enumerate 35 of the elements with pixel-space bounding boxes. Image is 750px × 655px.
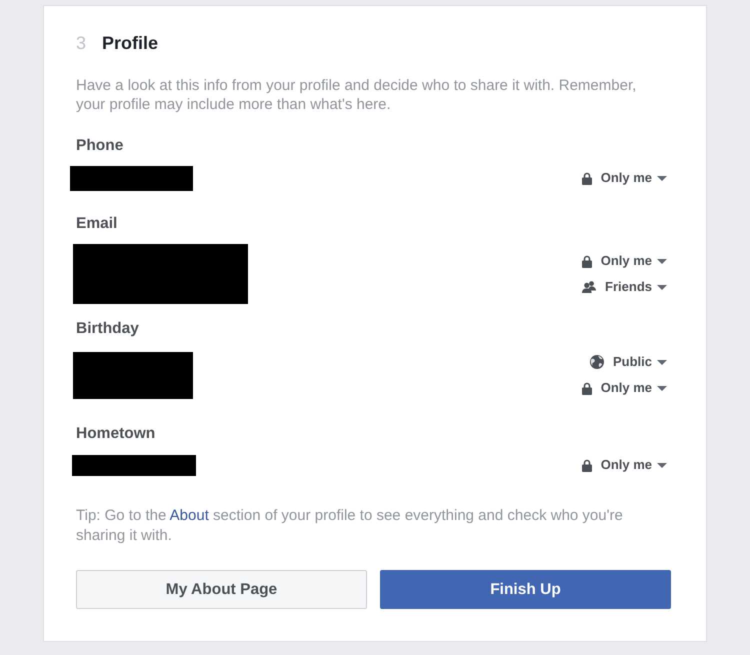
audience-label: Only me bbox=[600, 456, 652, 474]
caret-icon bbox=[657, 386, 667, 390]
audience-label: Only me bbox=[600, 169, 652, 188]
field-label: Phone bbox=[76, 136, 124, 156]
audience-label: Only me bbox=[600, 252, 652, 270]
audience-selector[interactable]: Only me bbox=[582, 375, 667, 401]
audience-selector[interactable]: Only me bbox=[582, 452, 667, 478]
tip-text: Tip: Go to the About section of your profile to see everything and check who you're sharing it with. bbox=[76, 506, 624, 546]
lock-icon bbox=[582, 382, 592, 394]
finish-button[interactable]: Finish Up bbox=[380, 570, 671, 609]
audience-selector[interactable]: Only me bbox=[582, 248, 667, 274]
two-people-icon bbox=[582, 281, 596, 293]
audience-label: Only me bbox=[600, 379, 652, 398]
lock-icon bbox=[582, 458, 592, 472]
description-text: Have a look at this info from your profile and decide who to share it with. Remember, your profile may include more than what's here. bbox=[76, 76, 638, 114]
audience-selector[interactable]: Only me bbox=[582, 165, 667, 191]
caret-icon bbox=[657, 462, 667, 468]
audience-label: Public bbox=[612, 353, 652, 372]
caret-icon bbox=[657, 284, 667, 290]
field-label: Birthday bbox=[76, 319, 140, 339]
caret-icon bbox=[657, 176, 667, 180]
lock-icon bbox=[582, 254, 592, 268]
caret-icon bbox=[657, 360, 667, 364]
about-link[interactable]: About bbox=[170, 507, 209, 524]
audience-label: Friends bbox=[605, 278, 652, 296]
caret-icon bbox=[657, 258, 667, 264]
field-label: Hometown bbox=[76, 424, 156, 444]
lock-icon bbox=[582, 172, 592, 184]
audience-selector[interactable]: Public bbox=[590, 349, 667, 375]
audience-selector[interactable]: Friends bbox=[582, 274, 667, 300]
section-title: Profile bbox=[102, 32, 158, 55]
step-number: 3 bbox=[76, 32, 86, 55]
globe-icon bbox=[590, 355, 604, 369]
about-page-button[interactable]: My About Page bbox=[76, 570, 367, 609]
field-label: Email bbox=[76, 214, 118, 234]
